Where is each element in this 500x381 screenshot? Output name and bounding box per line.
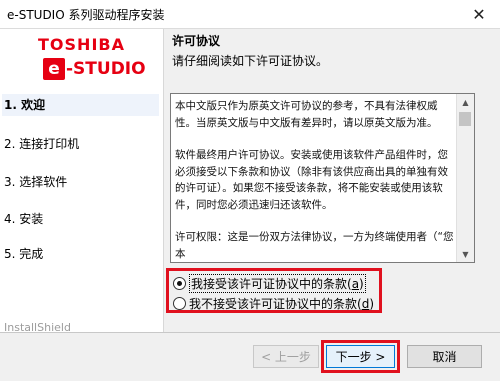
reject-radio-label[interactable]: 我不接受该许可证协议中的条款(d)	[189, 295, 374, 312]
accept-radio-option[interactable]: 我接受该许可证协议中的条款(a)	[173, 273, 366, 293]
step-finish: 5. 完成	[4, 247, 44, 261]
next-button-highlight: 下一步 >	[321, 340, 400, 373]
license-choice-group: 我接受该许可证协议中的条款(a) 我不接受该许可证协议中的条款(d)	[166, 268, 382, 313]
reject-radio-button[interactable]	[173, 296, 186, 310]
step-connect-printer: 2. 连接打印机	[4, 137, 80, 151]
window-title: e-STUDIO 系列驱动程序安装	[7, 8, 165, 22]
content-header: 许可协议 请仔细阅读如下许可证协议。	[172, 32, 492, 69]
license-scrollbar[interactable]: ▲ ▼	[456, 94, 474, 262]
license-paragraph: 本中文版只作为原英文许可协议的参考，不具有法律权威性。当原英文版与中文版有差异时…	[175, 100, 438, 129]
chevron-up-icon[interactable]: ▲	[457, 94, 474, 110]
next-button[interactable]: 下一步 >	[326, 345, 395, 368]
step-welcome: 1. 欢迎	[2, 94, 159, 116]
license-paragraph: 软件最终用户许可协议。安装或使用该软件产品组件时，您必须接受以下条款和协议（除非…	[175, 149, 448, 211]
installer-window: e-STUDIO 系列驱动程序安装 ✕ TOSHIBA e -STUDIO 1.…	[0, 0, 500, 381]
logo: TOSHIBA e -STUDIO	[0, 29, 163, 93]
sidebar: TOSHIBA e -STUDIO 1. 欢迎 2. 连接打印机 3. 选择软件…	[0, 29, 164, 332]
title-bar: e-STUDIO 系列驱动程序安装 ✕	[0, 0, 500, 29]
page-subtitle: 请仔细阅读如下许可证协议。	[172, 54, 329, 68]
license-paragraph: 许可权限：这是一份双方法律协议，一方为终端使用者（“您本	[175, 231, 454, 260]
reject-radio-option[interactable]: 我不接受该许可证协议中的条款(d)	[173, 294, 374, 312]
estudio-logo: e -STUDIO	[43, 57, 146, 81]
accept-radio-button[interactable]	[173, 276, 186, 290]
cancel-button[interactable]: 取消	[407, 345, 482, 368]
scroll-thumb[interactable]	[459, 112, 471, 126]
step-install: 4. 安装	[4, 212, 44, 226]
chevron-down-icon[interactable]: ▼	[457, 246, 474, 262]
close-icon[interactable]: ✕	[458, 0, 500, 28]
footer-divider	[0, 332, 500, 333]
estudio-logo-text: -STUDIO	[66, 59, 146, 79]
estudio-logo-e: e	[43, 58, 65, 80]
license-text-box[interactable]: 本中文版只作为原英文许可协议的参考，不具有法律权威性。当原英文版与中文版有差异时…	[170, 93, 475, 263]
back-button[interactable]: < 上一步	[253, 345, 319, 368]
toshiba-logo: TOSHIBA	[38, 35, 125, 54]
page-title: 许可协议	[172, 34, 221, 48]
step-select-software: 3. 选择软件	[4, 175, 68, 189]
radio-selected-dot	[177, 280, 182, 286]
license-text: 本中文版只作为原英文许可协议的参考，不具有法律权威性。当原英文版与中文版有差异时…	[175, 98, 455, 262]
accept-radio-label[interactable]: 我接受该许可证协议中的条款(a)	[189, 273, 366, 293]
